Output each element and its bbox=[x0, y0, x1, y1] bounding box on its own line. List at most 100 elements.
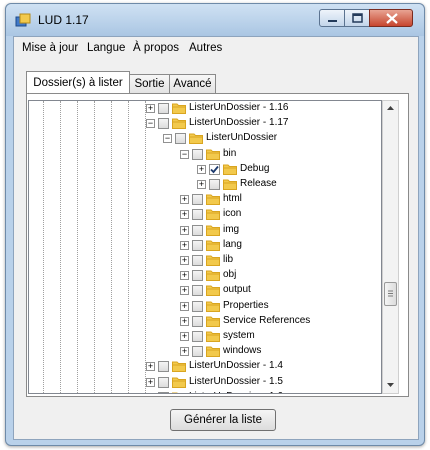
collapse-icon[interactable]: − bbox=[180, 149, 189, 159]
folder-checkbox[interactable] bbox=[192, 194, 203, 206]
expand-icon[interactable]: + bbox=[197, 180, 206, 189]
tree-node[interactable]: + ListerUnDossier - 1.6 bbox=[29, 390, 381, 393]
maximize-button[interactable] bbox=[344, 9, 370, 27]
folder-checkbox[interactable] bbox=[209, 163, 220, 175]
tree-node[interactable]: + ListerUnDossier - 1.4 bbox=[29, 359, 381, 374]
minimize-icon bbox=[328, 20, 337, 22]
expand-icon[interactable]: + bbox=[180, 256, 189, 265]
tree-node[interactable]: + windows bbox=[29, 344, 381, 359]
folder-icon bbox=[223, 164, 237, 175]
folder-checkbox[interactable] bbox=[192, 346, 203, 358]
folder-checkbox[interactable] bbox=[192, 285, 203, 297]
folder-checkbox[interactable] bbox=[192, 209, 203, 221]
tab-advanced[interactable]: Avancé bbox=[169, 74, 216, 93]
expand-icon[interactable]: + bbox=[180, 316, 189, 326]
expand-icon[interactable]: + bbox=[180, 332, 189, 341]
app-icon bbox=[15, 13, 31, 27]
folder-checkbox[interactable] bbox=[158, 376, 169, 388]
folder-icon bbox=[206, 194, 220, 206]
check-icon bbox=[210, 165, 219, 174]
tab-folders[interactable]: Dossier(s) à lister bbox=[26, 71, 130, 93]
app-window: LUD 1.17 Mise à jour Langue À propos Aut… bbox=[5, 3, 425, 446]
expand-icon[interactable]: + bbox=[180, 240, 189, 250]
expand-icon[interactable]: + bbox=[146, 362, 155, 372]
tree-node[interactable]: + icon bbox=[29, 207, 381, 222]
folder-checkbox[interactable] bbox=[192, 331, 203, 342]
tree-node[interactable]: − ListerUnDossier bbox=[29, 131, 381, 146]
expand-icon[interactable]: + bbox=[180, 195, 189, 205]
tree-node[interactable]: + html bbox=[29, 192, 381, 207]
close-button[interactable] bbox=[369, 9, 413, 27]
folder-icon bbox=[206, 209, 220, 221]
title-bar[interactable]: LUD 1.17 bbox=[6, 4, 424, 36]
expand-icon[interactable]: + bbox=[180, 225, 189, 235]
expand-icon[interactable]: + bbox=[180, 301, 189, 311]
tree-node[interactable]: + Service References bbox=[29, 314, 381, 329]
folder-checkbox[interactable] bbox=[192, 148, 203, 160]
expand-icon[interactable]: + bbox=[180, 210, 189, 220]
folder-checkbox[interactable] bbox=[158, 118, 169, 130]
tree-node-label: lang bbox=[223, 238, 242, 250]
tree-node[interactable]: + ListerUnDossier - 1.16 bbox=[29, 101, 381, 116]
folder-checkbox[interactable] bbox=[209, 179, 220, 190]
tree-node[interactable]: + output bbox=[29, 283, 381, 298]
menu-other[interactable]: Autres bbox=[189, 42, 222, 54]
folder-checkbox[interactable] bbox=[158, 103, 169, 114]
expand-icon[interactable]: + bbox=[146, 104, 155, 113]
folder-checkbox[interactable] bbox=[175, 133, 186, 145]
expand-icon[interactable]: + bbox=[146, 377, 155, 387]
folder-checkbox[interactable] bbox=[158, 391, 169, 393]
tree-node[interactable]: + ListerUnDossier - 1.5 bbox=[29, 375, 381, 390]
tree-scrollbar[interactable] bbox=[382, 100, 399, 394]
tree-node-label: ListerUnDossier - 1.4 bbox=[189, 360, 283, 372]
scroll-thumb[interactable] bbox=[384, 282, 397, 306]
tree-node[interactable]: + lang bbox=[29, 238, 381, 253]
expand-icon[interactable]: + bbox=[180, 271, 189, 281]
expand-icon[interactable]: + bbox=[146, 392, 155, 393]
folder-checkbox[interactable] bbox=[192, 239, 203, 251]
folder-checkbox[interactable] bbox=[192, 315, 203, 327]
folder-icon bbox=[206, 285, 220, 297]
expand-icon[interactable]: + bbox=[180, 347, 189, 357]
folder-checkbox[interactable] bbox=[192, 255, 203, 266]
tab-output[interactable]: Sortie bbox=[129, 74, 170, 93]
tree-node[interactable]: + Debug bbox=[29, 162, 381, 177]
folder-icon bbox=[206, 270, 220, 282]
minimize-button[interactable] bbox=[319, 9, 345, 27]
folder-icon bbox=[172, 118, 186, 130]
tree-node-label: Properties bbox=[223, 299, 269, 311]
tree-node[interactable]: + Properties bbox=[29, 299, 381, 314]
tree-node[interactable]: − ListerUnDossier - 1.17 bbox=[29, 116, 381, 131]
tree-node-label: html bbox=[223, 193, 242, 205]
folder-checkbox[interactable] bbox=[192, 300, 203, 312]
menu-language[interactable]: Langue bbox=[87, 42, 125, 54]
tree-node[interactable]: + system bbox=[29, 329, 381, 344]
tree-node-label: ListerUnDossier - 1.5 bbox=[189, 375, 283, 387]
tree-node-label: system bbox=[223, 330, 255, 341]
tree-node[interactable]: + obj bbox=[29, 268, 381, 283]
folder-checkbox[interactable] bbox=[192, 224, 203, 236]
scroll-down-icon[interactable] bbox=[383, 378, 398, 393]
collapse-icon[interactable]: − bbox=[146, 119, 155, 129]
folder-icon bbox=[206, 149, 220, 160]
tree-node-label: Debug bbox=[240, 162, 270, 174]
tree-node[interactable]: − bin bbox=[29, 147, 381, 162]
tree-node[interactable]: + img bbox=[29, 223, 381, 238]
tree-node[interactable]: + Release bbox=[29, 177, 381, 192]
expand-icon[interactable]: + bbox=[197, 164, 206, 174]
maximize-icon bbox=[352, 13, 363, 23]
tree-node-label: output bbox=[223, 284, 251, 296]
folder-icon bbox=[206, 301, 220, 312]
folder-icon bbox=[206, 316, 220, 327]
menu-about[interactable]: À propos bbox=[133, 42, 179, 54]
tree-node[interactable]: + lib bbox=[29, 253, 381, 268]
expand-icon[interactable]: + bbox=[180, 286, 189, 296]
menu-update[interactable]: Mise à jour bbox=[22, 42, 78, 54]
generate-list-button[interactable]: Générer la liste bbox=[170, 409, 276, 431]
tree-node-label: Release bbox=[240, 178, 277, 189]
folder-checkbox[interactable] bbox=[192, 270, 203, 282]
grip-icon bbox=[388, 290, 393, 297]
scroll-up-icon[interactable] bbox=[383, 101, 398, 116]
collapse-icon[interactable]: − bbox=[163, 134, 172, 144]
folder-checkbox[interactable] bbox=[158, 361, 169, 373]
